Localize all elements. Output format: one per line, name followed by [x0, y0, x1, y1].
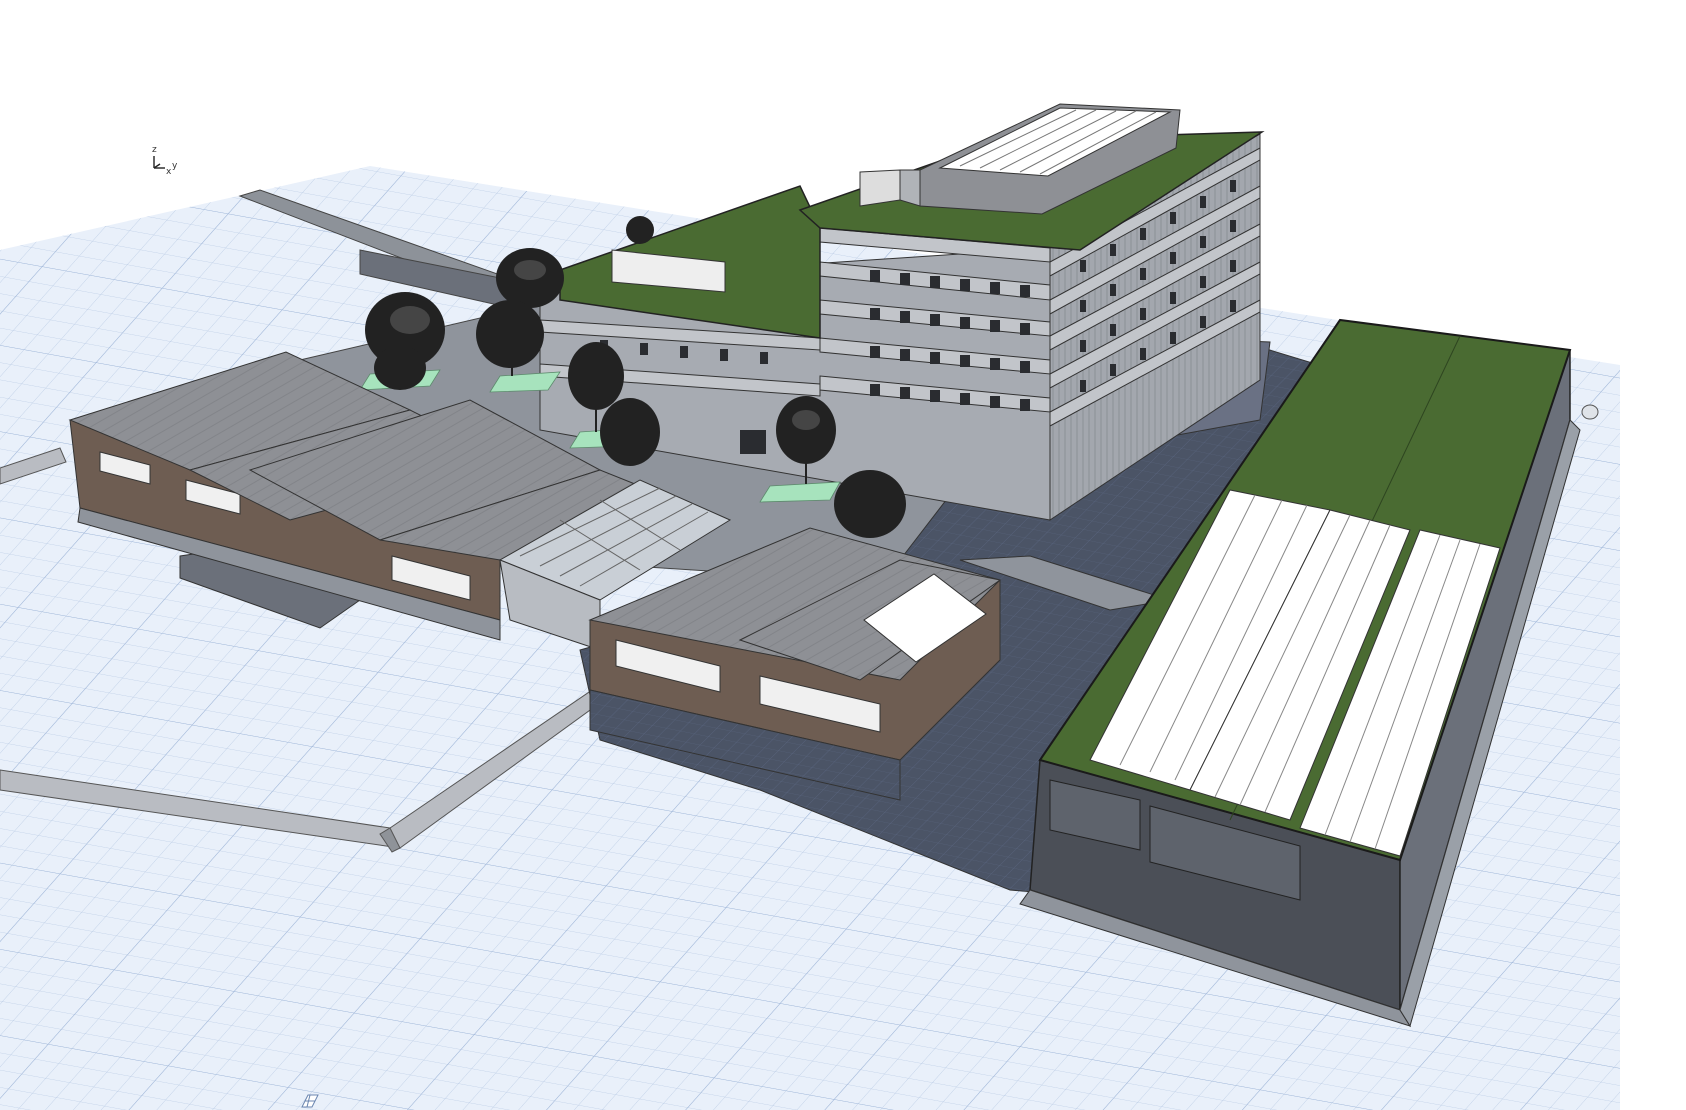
axis-triad-icon: z y x [148, 144, 182, 178]
3d-viewport[interactable]: z y x [0, 0, 1686, 1110]
grid-snap-icon[interactable] [298, 1093, 320, 1109]
axis-label-x: x [166, 167, 172, 177]
model-scene[interactable] [0, 0, 1686, 1110]
axis-label-y: y [172, 161, 178, 171]
axis-label-z: z [152, 145, 157, 155]
